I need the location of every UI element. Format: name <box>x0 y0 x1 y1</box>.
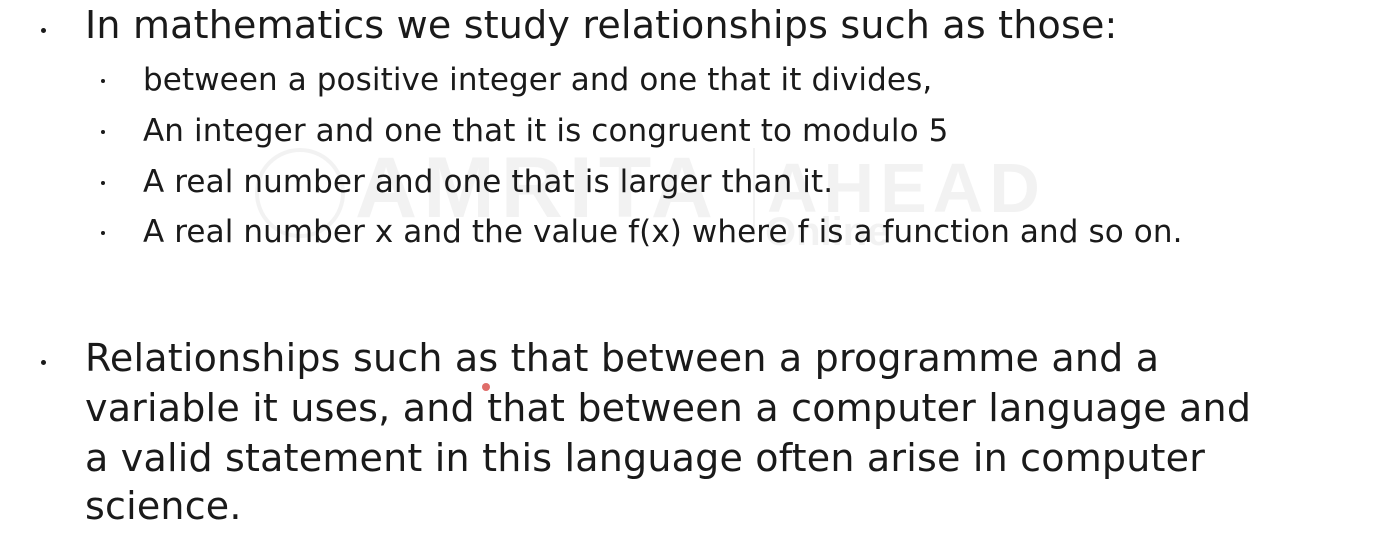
sub-bullet-dot-4 <box>101 231 105 235</box>
bullet-dot-2 <box>41 360 46 365</box>
bullet-2-line-1: Relationships such as that between a pro… <box>85 336 1160 380</box>
bullet-2-line-2: variable it uses, and that between a com… <box>85 386 1252 430</box>
bullet-1-text: In mathematics we study relationships su… <box>85 3 1118 47</box>
slide: AMRITA AHEAD Online In mathematics we st… <box>0 0 1380 545</box>
pointer-dot <box>482 383 490 391</box>
sub-bullet-dot-2 <box>101 130 105 134</box>
sub-item-4: A real number x and the value f(x) where… <box>143 214 1183 250</box>
sub-item-2: An integer and one that it is congruent … <box>143 113 949 149</box>
sub-item-3: A real number and one that is larger tha… <box>143 164 834 200</box>
sub-item-1: between a positive integer and one that … <box>143 62 933 98</box>
bullet-2-line-3: a valid statement in this language often… <box>85 436 1206 480</box>
bullet-dot-1 <box>41 28 46 33</box>
sub-bullet-dot-1 <box>101 79 105 83</box>
bullet-2-line-4: science. <box>85 484 242 528</box>
sub-bullet-dot-3 <box>101 181 105 185</box>
